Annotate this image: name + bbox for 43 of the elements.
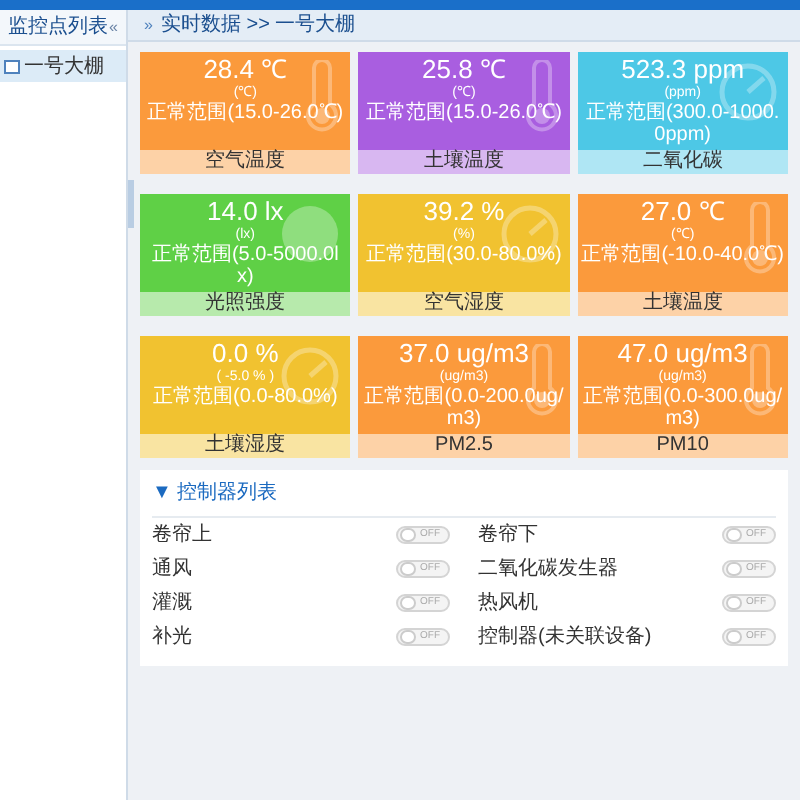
sensor-value: 25.8 ℃ — [422, 54, 506, 84]
normal-range: 正常范围(0.0-200.0ug/m3) — [362, 386, 566, 430]
controller-name: 二氧化碳发生器 — [478, 555, 618, 584]
sensor-label: 土壤温度 — [577, 292, 788, 316]
sensor-label: PM2.5 — [358, 434, 570, 458]
collapse-handle[interactable] — [128, 180, 134, 228]
normal-range: 正常范围(0.0-300.0ug/m3) — [581, 386, 784, 430]
controller-name: 热风机 — [478, 589, 538, 618]
normal-range: 正常范围(-10.0-40.0℃) — [581, 244, 784, 266]
breadcrumb-icon: » — [144, 13, 153, 37]
sensor-label: 空气湿度 — [358, 292, 570, 316]
sensor-value: 28.4 ℃ — [203, 54, 288, 84]
collapse-button[interactable]: « — [109, 15, 118, 39]
sensor-value: 27.0 ℃ — [640, 196, 725, 226]
sensor-label: 土壤湿度 — [140, 434, 351, 458]
sensor-label: 光照强度 — [140, 292, 351, 316]
normal-range: 正常范围(30.0-80.0%) — [366, 244, 562, 266]
normal-range: 正常范围(15.0-26.0℃) — [366, 102, 562, 124]
sensor-value: 523.3 ppm — [621, 54, 745, 84]
normal-range: 正常范围(0.0-80.0%) — [153, 386, 338, 408]
breadcrumb-text: 实时数据 >> 一号大棚 — [160, 11, 356, 40]
normal-range: 正常范围(15.0-26.0℃) — [147, 102, 344, 124]
panel-title: ▼ 控制器列表 — [152, 470, 776, 518]
sensor-label: PM10 — [577, 434, 788, 458]
normal-range: 正常范围(300.0-1000.0ppm) — [583, 102, 782, 146]
controller-name: 灌溉 — [152, 589, 192, 618]
sensor-label: 空气温度 — [140, 150, 351, 174]
sensor-value: 37.0 ug/m3 — [398, 338, 530, 368]
sensor-value: 47.0 ug/m3 — [617, 338, 748, 368]
controller-name: 通风 — [152, 555, 192, 584]
sidebar-title: 监控点列表 — [8, 13, 108, 42]
sensor-label: 二氧化碳 — [577, 150, 788, 174]
sensor-value: 39.2 % — [423, 196, 505, 226]
controller-name: 补光 — [152, 623, 192, 652]
controller-name: 卷帘上 — [152, 521, 212, 550]
controller-name: 卷帘下 — [478, 521, 538, 550]
tree-item[interactable]: 一号大棚 — [0, 50, 126, 82]
sensor-value: 0.0 % — [212, 338, 279, 368]
normal-range: 正常范围(5.0-5000.0lx) — [149, 244, 341, 288]
sensor-label: 土壤温度 — [358, 150, 570, 174]
sensor-value: 14.0 lx — [207, 196, 284, 226]
controller-name: 控制器(未关联设备) — [478, 623, 652, 652]
folder-icon — [4, 59, 20, 73]
